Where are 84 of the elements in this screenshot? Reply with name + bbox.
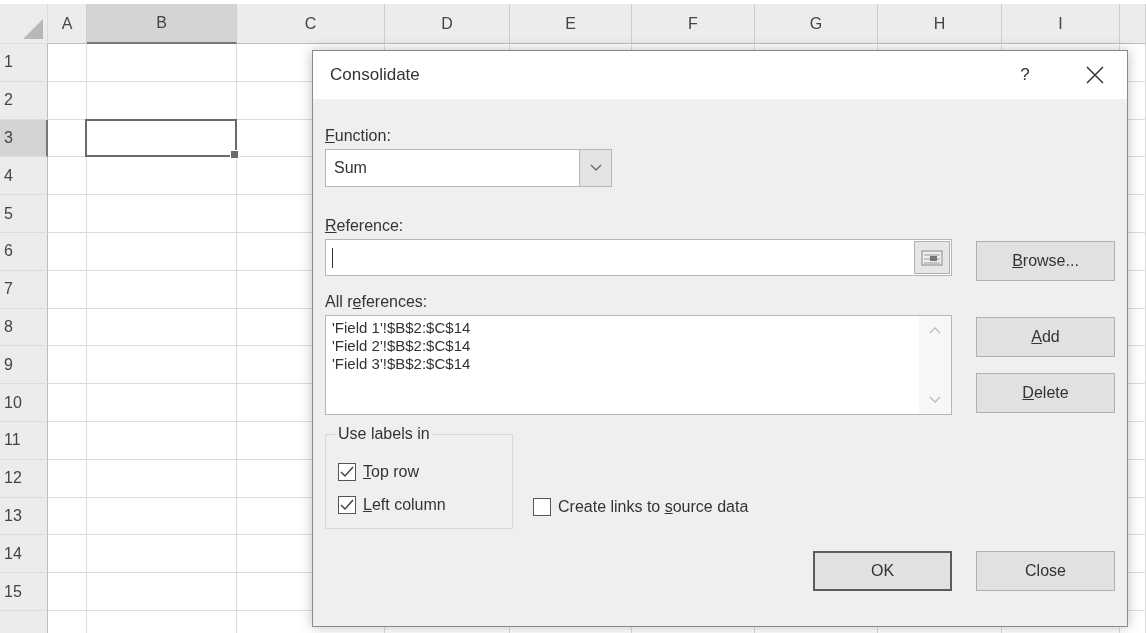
- select-all-icon[interactable]: [23, 19, 43, 39]
- sheet-cell[interactable]: [48, 573, 87, 611]
- reference-item[interactable]: 'Field 2'!$B$2:$C$14: [332, 337, 471, 355]
- column-header[interactable]: H: [878, 4, 1002, 44]
- reference-item[interactable]: 'Field 1'!$B$2:$C$14: [332, 319, 471, 337]
- sheet-cell[interactable]: [87, 497, 237, 536]
- checkbox[interactable]: [338, 496, 356, 514]
- sheet-cell[interactable]: [48, 270, 87, 309]
- sheet-cell[interactable]: [87, 459, 237, 498]
- checkbox[interactable]: [533, 498, 551, 516]
- column-header[interactable]: B: [87, 4, 237, 44]
- row-header[interactable]: 9: [0, 346, 48, 385]
- row-header[interactable]: 13: [0, 497, 48, 536]
- row-header[interactable]: 4: [0, 157, 48, 196]
- checkbox[interactable]: [338, 463, 356, 481]
- row-header[interactable]: 11: [0, 421, 48, 460]
- column-header[interactable]: I: [1002, 4, 1120, 44]
- row-header[interactable]: 12: [0, 459, 48, 498]
- scroll-up-icon[interactable]: [929, 326, 941, 334]
- browse-button[interactable]: Browse...: [976, 241, 1115, 281]
- row-header[interactable]: 2: [0, 81, 48, 120]
- close-icon[interactable]: [1086, 66, 1104, 84]
- row-header[interactable]: 10: [0, 384, 48, 422]
- sheet-cell[interactable]: [48, 459, 87, 498]
- sheet-cell[interactable]: [48, 421, 87, 460]
- row-header[interactable]: 15: [0, 573, 48, 611]
- row-header[interactable]: 5: [0, 195, 48, 233]
- help-button[interactable]: ?: [1005, 61, 1045, 89]
- sheet-cell[interactable]: [87, 421, 237, 460]
- sheet-cell[interactable]: [48, 81, 87, 120]
- sheet-cell[interactable]: [48, 233, 87, 271]
- delete-button[interactable]: Delete: [976, 373, 1115, 413]
- row-header[interactable]: 14: [0, 535, 48, 574]
- all-references-label: All references:: [325, 293, 429, 311]
- row-header[interactable]: 1: [0, 44, 48, 82]
- sheet-cell[interactable]: [87, 44, 237, 82]
- function-dropdown[interactable]: Sum: [325, 149, 612, 187]
- sheet-cell[interactable]: [87, 384, 237, 422]
- sheet-cell[interactable]: [48, 195, 87, 233]
- scroll-down-icon[interactable]: [929, 396, 941, 404]
- reference-label: Reference:: [325, 217, 405, 235]
- ok-button[interactable]: OK: [813, 551, 952, 591]
- row-header[interactable]: 3: [0, 119, 48, 158]
- sheet-cell[interactable]: [87, 308, 237, 347]
- group-label: Use labels in: [337, 425, 431, 443]
- row-header[interactable]: 7: [0, 270, 48, 309]
- sheet-cell[interactable]: [48, 308, 87, 347]
- column-header[interactable]: G: [755, 4, 878, 44]
- caret-icon: [589, 164, 602, 172]
- row-header[interactable]: 6: [0, 233, 48, 271]
- scrollbar[interactable]: [919, 316, 951, 414]
- column-header[interactable]: D: [385, 4, 510, 44]
- dialog-title: Consolidate: [330, 65, 421, 85]
- column-header[interactable]: A: [48, 4, 87, 44]
- column-header[interactable]: [1120, 4, 1146, 44]
- sheet-cell[interactable]: [48, 384, 87, 422]
- sheet-cell[interactable]: [48, 535, 87, 574]
- add-button[interactable]: Add: [976, 317, 1115, 357]
- row-header[interactable]: 8: [0, 308, 48, 347]
- sheet-cell[interactable]: [87, 233, 237, 271]
- sheet-cell[interactable]: [87, 535, 237, 574]
- function-label: Function:: [325, 127, 392, 145]
- sheet-cell[interactable]: [48, 346, 87, 385]
- sheet-cell[interactable]: [87, 346, 237, 385]
- sheet-cell[interactable]: [48, 44, 87, 82]
- sheet-cell[interactable]: [48, 157, 87, 196]
- checkbox-label[interactable]: Create links to source data: [558, 498, 749, 516]
- checkbox-label[interactable]: Left column: [363, 496, 446, 514]
- sheet-cell[interactable]: [87, 573, 237, 611]
- range-select-icon[interactable]: [921, 248, 943, 267]
- sheet-cell[interactable]: [87, 157, 237, 196]
- reference-field[interactable]: [325, 239, 952, 276]
- close-dialog-button[interactable]: Close: [976, 551, 1115, 591]
- range-select-button[interactable]: [914, 241, 950, 274]
- sheet-cell[interactable]: [87, 195, 237, 233]
- sheet-cell[interactable]: [87, 270, 237, 309]
- checkbox-label[interactable]: Top row: [363, 463, 420, 481]
- column-header[interactable]: C: [237, 4, 385, 44]
- active-cell[interactable]: [85, 118, 237, 158]
- reference-item[interactable]: 'Field 3'!$B$2:$C$14: [332, 355, 471, 373]
- sheet-cell[interactable]: [48, 497, 87, 536]
- column-header[interactable]: F: [632, 4, 755, 44]
- column-header[interactable]: E: [510, 4, 632, 44]
- references-list[interactable]: 'Field 1'!$B$2:$C$14 'Field 2'!$B$2:$C$14 'Field 3'!$B$2:$C$14: [325, 315, 952, 415]
